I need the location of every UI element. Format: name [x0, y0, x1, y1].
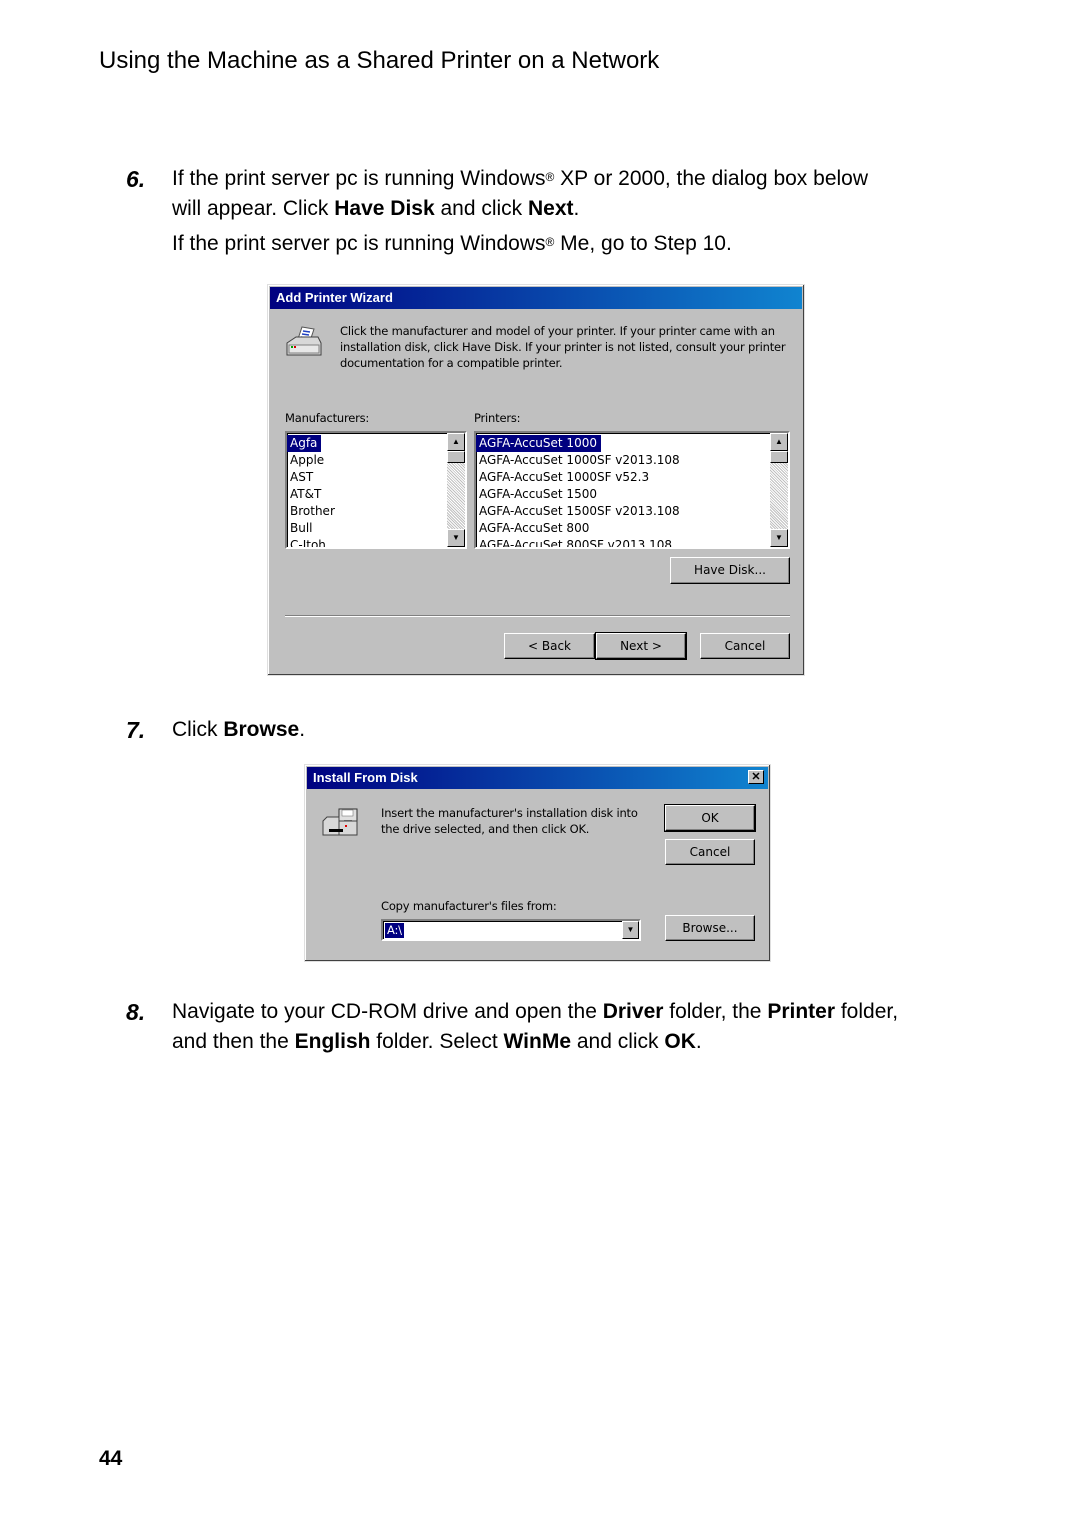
step-7-text: Click Browse. — [172, 718, 306, 741]
install-from-disk-dialog: Install From Disk ✕ Insert the manufactu… — [304, 764, 771, 962]
printers-scrollbar[interactable]: ▲ ▼ — [770, 433, 788, 547]
printer-item-label: AGFA-AccuSet 800SF v2013.108 — [479, 538, 673, 549]
manufacturer-item-label: Bull — [290, 521, 313, 535]
have-disk-button[interactable]: Have Disk... — [670, 557, 790, 584]
manufacturer-list-item[interactable]: Bull — [287, 520, 465, 537]
printer-list-item[interactable]: AGFA-AccuSet 1500 — [476, 486, 788, 503]
printer-list-item[interactable]: AGFA-AccuSet 1000SF v2013.108 — [476, 452, 788, 469]
manufacturer-item-label: Brother — [290, 504, 335, 518]
scroll-down-button[interactable]: ▼ — [770, 529, 788, 547]
manufacturer-list-item[interactable]: AST — [287, 469, 465, 486]
printer-list-item[interactable]: AGFA-AccuSet 1000 — [476, 434, 788, 452]
copy-from-combobox[interactable]: A:\ ▼ — [381, 919, 641, 941]
printer-list-item[interactable]: AGFA-AccuSet 1000SF v52.3 — [476, 469, 788, 486]
scroll-thumb[interactable] — [770, 451, 788, 463]
manufacturer-item-label: C-Itoh — [290, 538, 326, 549]
next-button[interactable]: Next > — [595, 632, 687, 660]
printer-item-label: AGFA-AccuSet 1500 — [479, 487, 597, 501]
wizard-instructions: Click the manufacturer and model of your… — [340, 324, 786, 370]
printers-label: Printers: — [474, 411, 521, 425]
step-6-line-2: will appear. Click Have Disk and click N… — [172, 197, 580, 220]
copy-from-label: Copy manufacturer's files from: — [381, 899, 557, 913]
install-instructions: Insert the manufacturer's installation d… — [381, 806, 638, 836]
printer-item-label: AGFA-AccuSet 1000SF v52.3 — [479, 470, 650, 484]
dialog-title: Add Printer Wizard — [276, 290, 393, 305]
step-6: 6. — [126, 164, 145, 196]
manufacturer-list-item[interactable]: Brother — [287, 503, 465, 520]
scroll-thumb[interactable] — [447, 451, 465, 463]
dropdown-arrow-icon[interactable]: ▼ — [622, 921, 639, 939]
scroll-up-button[interactable]: ▲ — [447, 433, 465, 451]
manufacturers-scrollbar[interactable]: ▲ ▼ — [447, 433, 465, 547]
ok-button[interactable]: OK — [664, 804, 756, 832]
dialog-title-bar[interactable]: Add Printer Wizard — [270, 287, 802, 309]
copy-from-value[interactable]: A:\ — [385, 923, 404, 938]
page-number: 44 — [99, 1447, 123, 1470]
step-number: 7. — [126, 717, 146, 743]
browse-button[interactable]: Browse... — [665, 915, 755, 941]
manufacturer-item-label: AT&T — [290, 487, 322, 501]
scroll-down-button[interactable]: ▼ — [447, 529, 465, 547]
printers-listbox[interactable]: AGFA-AccuSet 1000 AGFA-AccuSet 1000SF v20… — [474, 431, 790, 549]
close-icon[interactable]: ✕ — [748, 770, 764, 784]
dialog-title-bar[interactable]: Install From Disk ✕ — [307, 767, 768, 789]
printer-list-item[interactable]: AGFA-AccuSet 800SF v2013.108 — [476, 537, 788, 549]
manufacturers-listbox[interactable]: Agfa Apple AST AT&T Brother Bull C-Itoh ▲ ▼ — [285, 431, 467, 549]
add-printer-wizard-dialog: Add Printer Wizard Click the manufacture… — [267, 284, 805, 676]
manufacturer-item-label: Apple — [290, 453, 325, 467]
step-8-line-1: Navigate to your CD-ROM drive and open t… — [172, 1000, 899, 1023]
step-6-line-1: If the print server pc is running Window… — [172, 167, 869, 190]
step-6-line-3: If the print server pc is running Window… — [172, 232, 732, 255]
printer-item-label: AGFA-AccuSet 1000SF v2013.108 — [479, 453, 680, 467]
step-number: 8. — [126, 999, 146, 1025]
cancel-button[interactable]: Cancel — [700, 633, 790, 659]
manufacturer-list-item[interactable]: AT&T — [287, 486, 465, 503]
manufacturer-list-item[interactable]: Apple — [287, 452, 465, 469]
manufacturer-item-label: Agfa — [287, 435, 322, 452]
step-8-line-2: and then the English folder. Select WinM… — [172, 1030, 702, 1053]
step-number: 6. — [126, 166, 146, 192]
dialog-title: Install From Disk — [313, 770, 418, 785]
manufacturer-list-item[interactable]: Agfa — [287, 434, 465, 452]
scroll-up-button[interactable]: ▲ — [770, 433, 788, 451]
printer-item-label: AGFA-AccuSet 1000 — [476, 435, 601, 452]
printer-icon — [284, 325, 324, 361]
manufacturers-label: Manufacturers: — [285, 411, 370, 425]
manufacturer-list-item[interactable]: C-Itoh — [287, 537, 465, 549]
cancel-button[interactable]: Cancel — [665, 839, 755, 865]
back-button[interactable]: < Back — [504, 633, 595, 659]
divider — [285, 615, 790, 617]
disk-drive-icon — [321, 805, 361, 841]
manufacturer-item-label: AST — [290, 470, 314, 484]
step-7: 7. — [126, 715, 145, 747]
page-header-title: Using the Machine as a Shared Printer on… — [99, 47, 660, 74]
printer-item-label: AGFA-AccuSet 1500SF v2013.108 — [479, 504, 680, 518]
step-8: 8. — [126, 997, 145, 1029]
printer-item-label: AGFA-AccuSet 800 — [479, 521, 590, 535]
printer-list-item[interactable]: AGFA-AccuSet 1500SF v2013.108 — [476, 503, 788, 520]
printer-list-item[interactable]: AGFA-AccuSet 800 — [476, 520, 788, 537]
